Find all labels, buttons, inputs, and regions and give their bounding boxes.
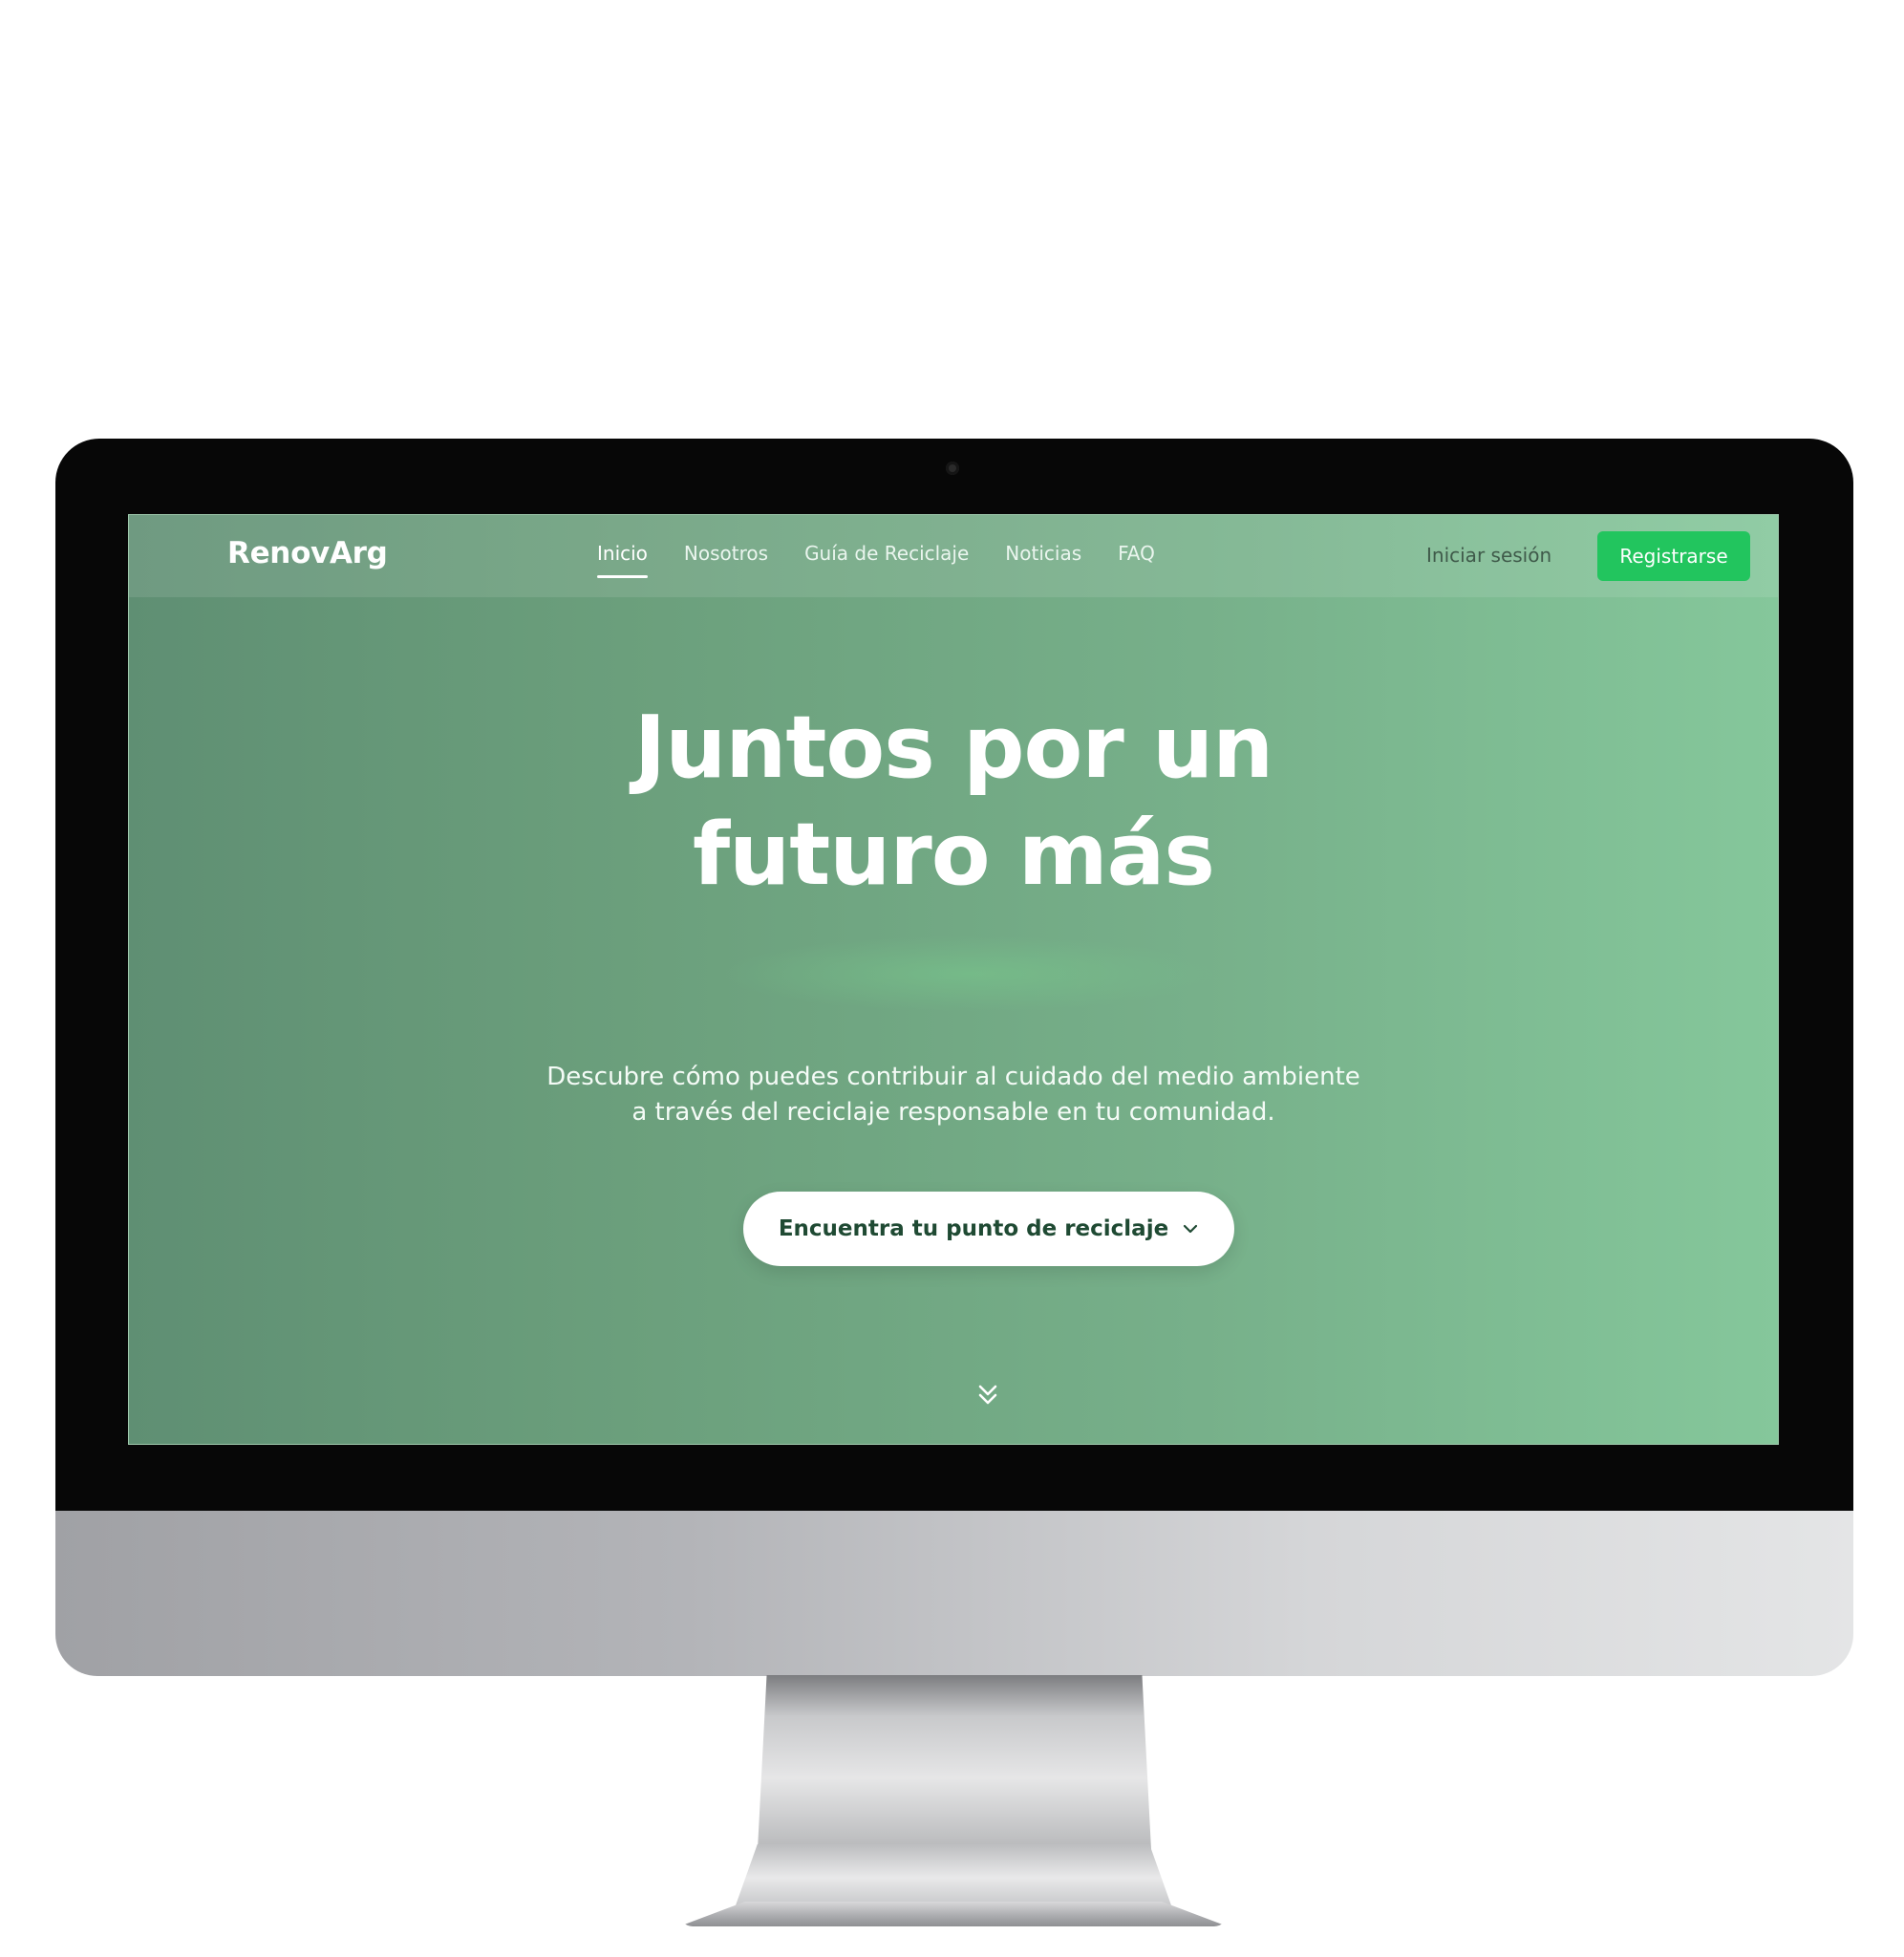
hero-subtitle-line-2: a través del reciclaje responsable en tu… (631, 1098, 1275, 1127)
nav-item-guia-reciclaje[interactable]: Guía de Reciclaje (804, 542, 969, 578)
nav-item-noticias[interactable]: Noticias (1005, 542, 1081, 578)
chevron-down-icon (1184, 1224, 1198, 1234)
canvas: RenovArg Inicio Nosotros Guía de Recicla… (0, 0, 1904, 1957)
monitor-chin (55, 1511, 1853, 1676)
hero-title-line-2: futuro más (693, 805, 1215, 905)
nav-item-nosotros[interactable]: Nosotros (684, 542, 768, 578)
register-button[interactable]: Registrarse (1597, 531, 1750, 581)
login-link[interactable]: Iniciar sesión (1426, 544, 1551, 567)
navbar: RenovArg Inicio Nosotros Guía de Recicla… (129, 515, 1778, 597)
monitor-stand-foot (736, 1844, 1171, 1905)
hero-subtitle-line-1: Descubre cómo puedes contribuir al cuida… (546, 1063, 1360, 1091)
nav-item-faq[interactable]: FAQ (1118, 542, 1155, 578)
main-nav: Inicio Nosotros Guía de Reciclaje Notici… (597, 542, 1155, 578)
webcam-icon (946, 462, 959, 475)
double-chevron-down-icon[interactable] (974, 1381, 1001, 1409)
brand-logo[interactable]: RenovArg (227, 536, 388, 570)
hero-subtitle: Descubre cómo puedes contribuir al cuida… (129, 1060, 1778, 1130)
find-recycling-point-button[interactable]: Encuentra tu punto de reciclaje (743, 1192, 1234, 1266)
website-screen: RenovArg Inicio Nosotros Guía de Recicla… (128, 514, 1779, 1445)
monitor-stand-base (679, 1902, 1228, 1926)
cta-label: Encuentra tu punto de reciclaje (778, 1216, 1169, 1241)
nav-item-inicio[interactable]: Inicio (597, 542, 648, 578)
hero-title: Juntos por un futuro más (129, 695, 1778, 909)
hero-title-line-1: Juntos por un (633, 698, 1274, 798)
hero-glow (721, 935, 1218, 1012)
